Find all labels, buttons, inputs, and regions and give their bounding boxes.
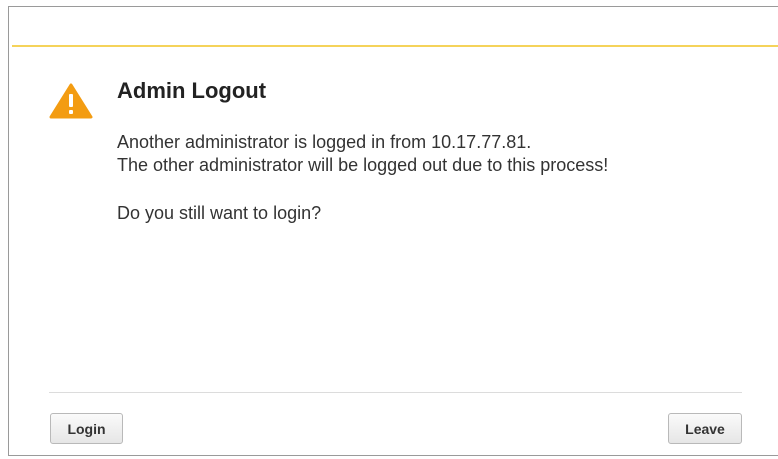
confirm-question: Do you still want to login? [117, 203, 322, 223]
footer-divider [49, 392, 742, 393]
message-line-2: The other administrator will be logged o… [117, 155, 609, 175]
dialog-title: Admin Logout [117, 78, 267, 103]
admin-logout-dialog: Admin Logout Another administrator is lo… [0, 0, 778, 459]
leave-button[interactable]: Leave [668, 413, 742, 444]
message-line-1: Another administrator is logged in from … [117, 132, 532, 152]
dialog-border [8, 6, 778, 456]
warning-icon [49, 83, 93, 119]
header-accent-rule [12, 45, 778, 47]
login-button[interactable]: Login [50, 413, 123, 444]
